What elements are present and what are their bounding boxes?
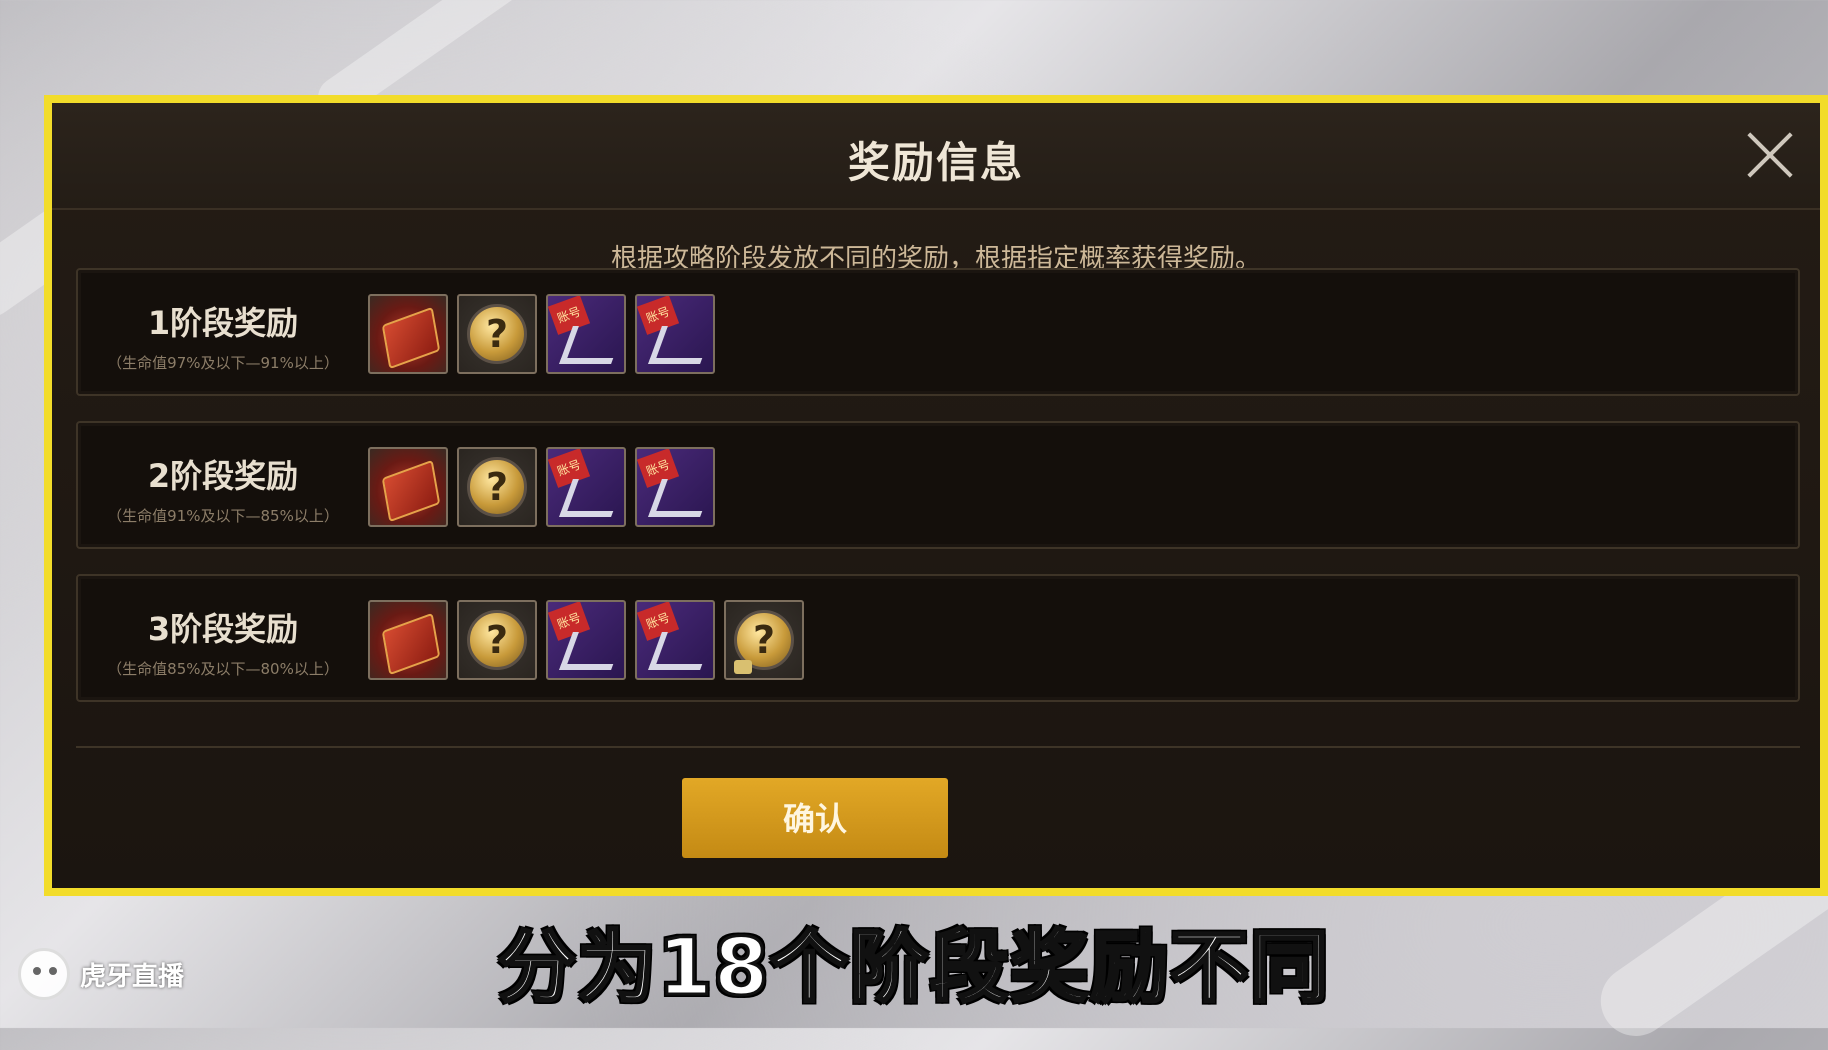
confirm-button[interactable]: 确认 bbox=[682, 778, 948, 858]
red-box-icon[interactable] bbox=[368, 600, 448, 680]
red-box-icon[interactable] bbox=[368, 294, 448, 374]
stage-title: 3阶段奖励 bbox=[147, 610, 299, 648]
stage-label: 2阶段奖励 （生命值91%及以下—85%以上） bbox=[88, 423, 358, 526]
stage-title: 1阶段奖励 bbox=[147, 304, 299, 342]
stage-subtitle: （生命值97%及以下—91%以上） bbox=[107, 354, 339, 372]
dialog-titlebar: 奖励信息 bbox=[52, 103, 1820, 210]
stage-label: 3阶段奖励 （生命值85%及以下—80%以上） bbox=[88, 576, 358, 679]
stage-title: 2阶段奖励 bbox=[147, 457, 299, 495]
mystery-coin-icon[interactable]: ? bbox=[457, 600, 537, 680]
purple-bracket-icon[interactable]: 账号 bbox=[546, 294, 626, 374]
purple-bracket-icon[interactable]: 账号 bbox=[546, 600, 626, 680]
mystery-coin-icon[interactable]: ? bbox=[457, 447, 537, 527]
mystery-coin-icon[interactable]: ? bbox=[457, 294, 537, 374]
watermark-text: 虎牙直播 bbox=[80, 961, 185, 992]
stage-label: 1阶段奖励 （生命值97%及以下—91%以上） bbox=[88, 270, 358, 373]
stage-row-2: 2阶段奖励 （生命值91%及以下—85%以上） ? 账号 账号 bbox=[76, 421, 1800, 549]
stage-row-1: 1阶段奖励 （生命值97%及以下—91%以上） ? 账号 账号 bbox=[76, 268, 1800, 396]
purple-bracket-icon[interactable]: 账号 bbox=[546, 447, 626, 527]
dialog-title: 奖励信息 bbox=[847, 138, 1024, 187]
purple-bracket-icon[interactable]: 账号 bbox=[635, 600, 715, 680]
reward-dialog-frame: 奖励信息 根据攻略阶段发放不同的奖励，根据指定概率获得奖励。 1阶段奖励 （生命… bbox=[44, 95, 1828, 896]
huya-logo-icon bbox=[18, 948, 70, 1000]
red-box-icon[interactable] bbox=[368, 447, 448, 527]
mystery-coin-puzzle-icon[interactable]: ? bbox=[724, 600, 804, 680]
reward-dialog: 奖励信息 根据攻略阶段发放不同的奖励，根据指定概率获得奖励。 1阶段奖励 （生命… bbox=[52, 103, 1820, 888]
purple-bracket-icon[interactable]: 账号 bbox=[635, 294, 715, 374]
stage-row-3: 3阶段奖励 （生命值85%及以下—80%以上） ? 账号 账号 ? bbox=[76, 574, 1800, 702]
purple-bracket-icon[interactable]: 账号 bbox=[635, 447, 715, 527]
stage-subtitle: （生命值85%及以下—80%以上） bbox=[107, 660, 339, 678]
stage-subtitle: （生命值91%及以下—85%以上） bbox=[107, 507, 339, 525]
huya-watermark: 虎牙直播 bbox=[18, 948, 184, 1000]
next-stage-row-edge bbox=[76, 746, 1800, 758]
video-caption: 分为18个阶段奖励不同 bbox=[496, 922, 1331, 1015]
close-icon[interactable] bbox=[1744, 129, 1796, 181]
